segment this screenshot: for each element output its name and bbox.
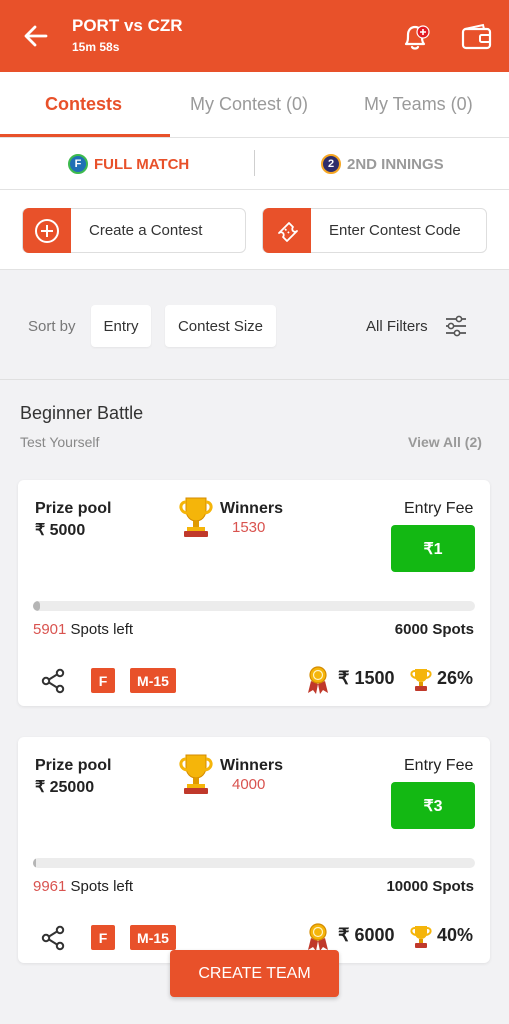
spots-progress-fill (33, 858, 36, 868)
sort-contest-size-chip[interactable]: Contest Size (165, 305, 276, 347)
create-contest-label: Create a Contest (89, 222, 203, 239)
first-prize-value: ₹ 1500 (338, 668, 395, 688)
full-match-badge-icon: F (68, 154, 88, 174)
flexible-tag: F (91, 668, 115, 693)
winners-label: Winners (220, 757, 283, 774)
active-tab-indicator (0, 134, 170, 137)
trophy-icon (179, 754, 213, 794)
divider (254, 150, 255, 176)
first-prize-value: ₹ 6000 (338, 925, 395, 945)
flexible-tag: F (91, 925, 115, 950)
prize-pool-value: ₹ 25000 (35, 779, 95, 796)
section-subtitle: Test Yourself (20, 434, 100, 450)
prize-pool-label: Prize pool (35, 757, 112, 774)
contest-actions: Create a Contest Enter Contest Code (0, 190, 509, 270)
enter-contest-code-button[interactable]: Enter Contest Code (262, 208, 487, 253)
spots-progress-bar (33, 858, 475, 868)
filter-sliders-icon[interactable] (443, 313, 469, 339)
bell-icon[interactable] (398, 20, 432, 54)
view-all-link[interactable]: View All (2) (408, 434, 482, 450)
spots-progress-bar (33, 601, 475, 611)
spots-left: 5901 Spots left (33, 621, 133, 638)
spots-left-count: 5901 (33, 621, 67, 638)
max-teams-tag: M-15 (130, 925, 176, 950)
innings-label: FULL MATCH (94, 155, 190, 173)
entry-fee-label: Entry Fee (404, 500, 474, 517)
winners-label: Winners (220, 500, 283, 517)
trophy-icon (179, 497, 213, 537)
innings-selector: F FULL MATCH 2 2ND INNINGS (0, 138, 509, 190)
spots-left-count: 9961 (33, 878, 67, 895)
sort-entry-chip[interactable]: Entry (91, 305, 151, 347)
total-spots: 6000 Spots (394, 621, 474, 638)
contest-card[interactable]: Prize pool ₹ 25000 Winners 4000 Entry Fe… (18, 737, 490, 963)
medal-icon (308, 923, 328, 951)
tab-my-teams[interactable]: My Teams (0) (364, 94, 473, 115)
contest-tabs: Contests My Contest (0) My Teams (0) (0, 72, 509, 138)
entry-fee-button[interactable]: ₹1 (391, 525, 475, 572)
enter-contest-code-label: Enter Contest Code (329, 222, 461, 239)
contest-card[interactable]: Prize pool ₹ 5000 Winners 1530 Entry Fee… (18, 480, 490, 706)
spots-progress-fill (33, 601, 41, 611)
winning-percentage: 26% (437, 668, 474, 688)
trophy-icon (410, 926, 432, 948)
max-teams-tag: M-15 (130, 668, 176, 693)
entry-fee-button[interactable]: ₹3 (391, 782, 475, 829)
winners-value: 4000 (232, 776, 266, 793)
section-title: Beginner Battle (20, 403, 144, 423)
plus-circle-icon (23, 208, 71, 253)
entry-fee-label: Entry Fee (404, 757, 474, 774)
spots-left: 9961 Spots left (33, 878, 133, 895)
share-icon[interactable] (40, 925, 66, 951)
spots-left-text: Spots left (66, 878, 134, 895)
back-arrow-icon[interactable] (22, 22, 50, 50)
medal-icon (308, 666, 328, 694)
innings-label: 2ND INNINGS (347, 155, 444, 173)
match-title: PORT vs CZR (72, 16, 183, 35)
tab-my-contest[interactable]: My Contest (0) (190, 94, 308, 115)
tab-contests[interactable]: Contests (45, 94, 122, 115)
create-contest-button[interactable]: Create a Contest (22, 208, 246, 253)
trophy-icon (410, 669, 432, 691)
sort-bar: Sort by Entry Contest Size All Filters (0, 270, 509, 380)
innings-2nd[interactable]: 2 2ND INNINGS (321, 154, 444, 174)
innings-full-match[interactable]: F FULL MATCH (68, 154, 189, 174)
winning-percentage: 40% (437, 925, 474, 945)
share-icon[interactable] (40, 668, 66, 694)
match-timer: 15m 58s (72, 40, 120, 54)
ticket-icon (263, 208, 311, 253)
prize-pool-value: ₹ 5000 (35, 522, 86, 539)
prize-pool-label: Prize pool (35, 500, 112, 517)
wallet-icon[interactable] (460, 22, 494, 52)
create-team-button[interactable]: CREATE TEAM (170, 950, 339, 997)
total-spots: 10000 Spots (386, 878, 474, 895)
sort-by-label: Sort by (28, 318, 76, 335)
second-innings-badge-icon: 2 (321, 154, 341, 174)
app-header: PORT vs CZR 15m 58s (0, 0, 509, 72)
winners-value: 1530 (232, 519, 266, 536)
spots-left-text: Spots left (66, 621, 134, 638)
all-filters-button[interactable]: All Filters (366, 318, 428, 335)
